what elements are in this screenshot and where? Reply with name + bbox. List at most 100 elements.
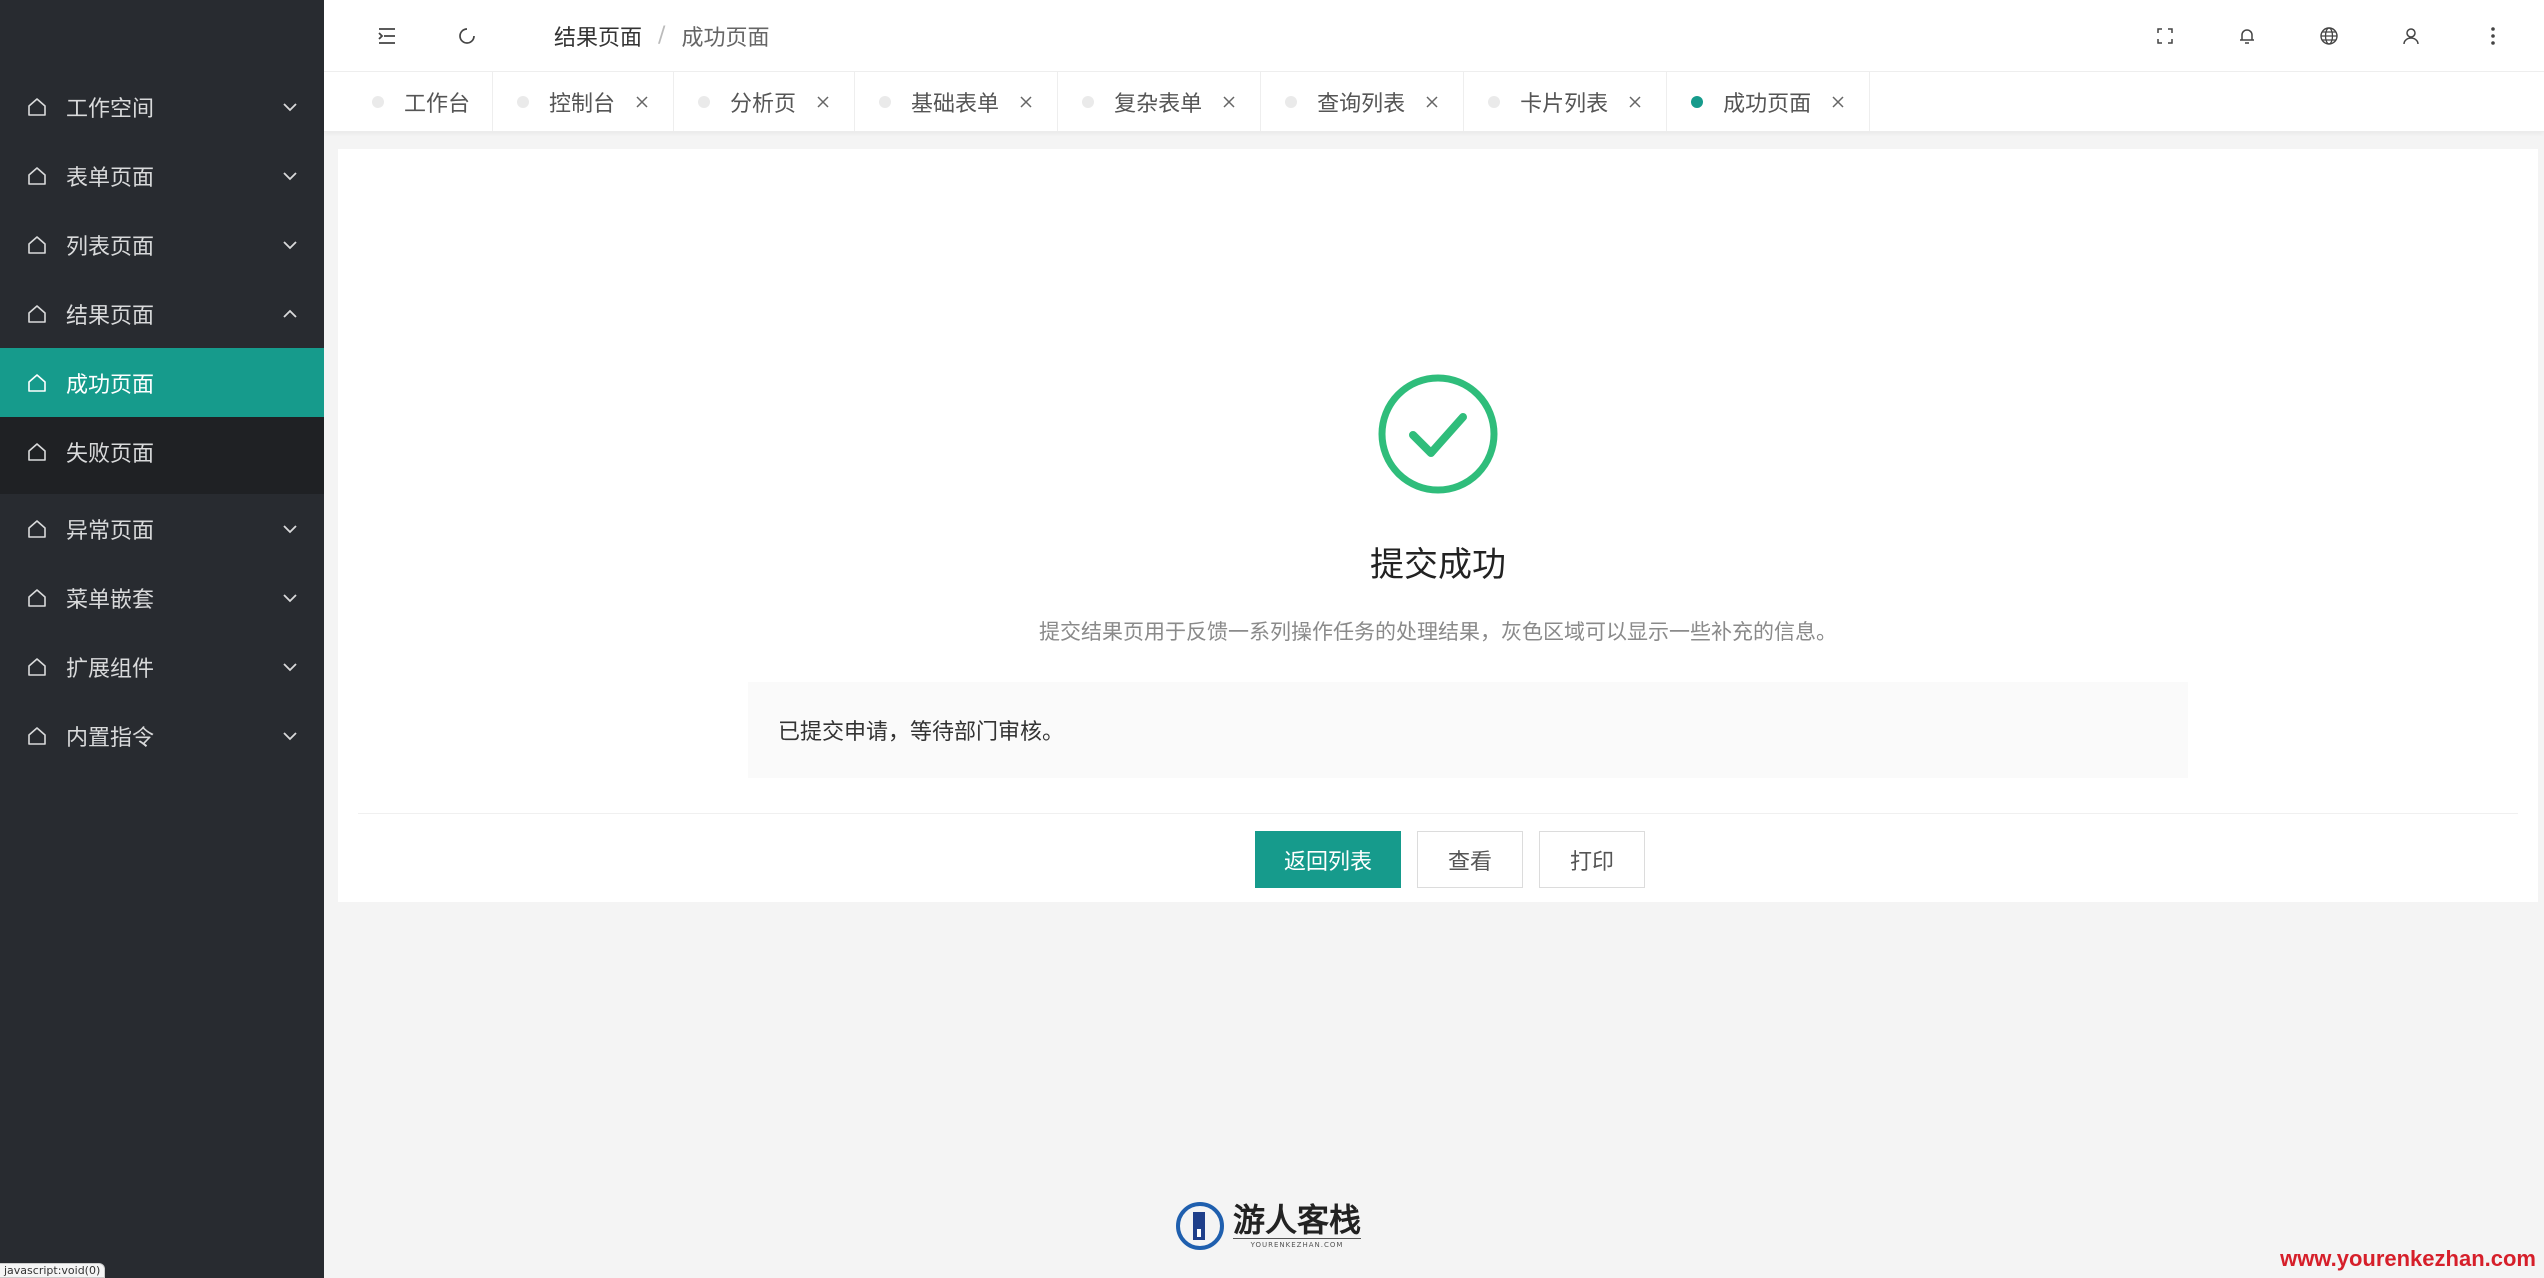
sidebar-item-label: 结果页面 — [66, 303, 155, 329]
tab-label: 分析页 — [730, 91, 797, 117]
tab-dot — [1082, 95, 1095, 108]
chevron-down-icon — [283, 240, 297, 249]
home-icon — [26, 587, 48, 609]
header-actions — [2150, 0, 2508, 72]
sidebar-item-label: 菜单嵌套 — [66, 587, 155, 613]
tab-label: 工作台 — [404, 91, 471, 117]
top-header: 结果页面 / 成功页面 — [324, 0, 2544, 72]
home-icon — [26, 518, 48, 540]
sidebar-item-label: 失败页面 — [66, 441, 155, 467]
sidebar-item-nested-menu[interactable]: 菜单嵌套 — [0, 563, 324, 632]
tab-card-list[interactable]: 卡片列表 — [1464, 72, 1668, 131]
tab-query-list[interactable]: 查询列表 — [1261, 72, 1465, 131]
chevron-down-icon — [283, 171, 297, 180]
chevron-down-icon — [283, 524, 297, 533]
result-card: 提交成功 提交结果页用于反馈一系列操作任务的处理结果，灰色区域可以显示一些补充的… — [338, 149, 2538, 902]
page-tabs: 工作台 控制台 分析页 基础表单 复杂表单 查询列表 卡片列表 成功页面 — [324, 72, 2544, 132]
sidebar-item-forms[interactable]: 表单页面 — [0, 141, 324, 210]
submenu-results: 成功页面 失败页面 — [0, 348, 324, 494]
tab-workbench[interactable]: 工作台 — [344, 72, 494, 131]
bell-icon[interactable] — [2232, 21, 2262, 51]
tab-label: 复杂表单 — [1114, 91, 1203, 117]
close-icon[interactable] — [814, 93, 832, 111]
result-actions: 返回列表 查看 打印 — [338, 831, 2538, 888]
sidebar-item-label: 工作空间 — [66, 96, 155, 122]
chevron-up-icon — [283, 309, 297, 318]
user-icon[interactable] — [2396, 21, 2426, 51]
tab-complex-form[interactable]: 复杂表单 — [1058, 72, 1262, 131]
home-icon — [26, 165, 48, 187]
logo-text: 游人客栈 — [1233, 1200, 1362, 1239]
globe-icon[interactable] — [2314, 21, 2344, 51]
back-to-list-button[interactable]: 返回列表 — [1254, 831, 1401, 888]
sidebar-item-workspace[interactable]: 工作空间 — [0, 72, 324, 141]
result-extra-text: 已提交申请，等待部门审核。 — [778, 720, 1065, 745]
chevron-down-icon — [283, 731, 297, 740]
tab-dot — [879, 95, 892, 108]
logo-emblem-icon — [1176, 1202, 1224, 1250]
breadcrumb-item[interactable]: 结果页面 — [554, 20, 642, 52]
home-icon — [26, 96, 48, 118]
result-title: 提交成功 — [1370, 545, 1506, 585]
tab-label: 查询列表 — [1317, 91, 1406, 117]
tab-label: 基础表单 — [911, 91, 1000, 117]
sidebar-item-directives[interactable]: 内置指令 — [0, 701, 324, 770]
sidebar-item-label: 内置指令 — [66, 725, 155, 751]
close-icon[interactable] — [1829, 93, 1847, 111]
tab-console[interactable]: 控制台 — [493, 72, 675, 131]
close-icon[interactable] — [633, 93, 651, 111]
chevron-down-icon — [283, 662, 297, 671]
divider — [358, 813, 2518, 814]
tab-analysis[interactable]: 分析页 — [674, 72, 856, 131]
tab-label: 卡片列表 — [1520, 91, 1609, 117]
print-button[interactable]: 打印 — [1539, 831, 1646, 888]
result-extra-info: 已提交申请，等待部门审核。 — [748, 682, 2188, 778]
home-icon — [26, 725, 48, 747]
chevron-down-icon — [283, 102, 297, 111]
check-circle-icon — [1378, 374, 1498, 494]
sidebar: 工作空间 表单页面 列表页面 结果页面 成功页面 失败页面 异常页面 菜单嵌套 — [0, 0, 324, 1278]
sidebar-item-label: 列表页面 — [66, 234, 155, 260]
close-icon[interactable] — [1017, 93, 1035, 111]
close-icon[interactable] — [1220, 93, 1238, 111]
sidebar-item-lists[interactable]: 列表页面 — [0, 210, 324, 279]
home-icon — [26, 234, 48, 256]
refresh-icon[interactable] — [452, 21, 482, 51]
sidebar-item-label: 表单页面 — [66, 165, 155, 191]
home-icon — [26, 372, 48, 394]
view-button[interactable]: 查看 — [1416, 831, 1523, 888]
close-icon[interactable] — [1626, 93, 1644, 111]
home-icon — [26, 303, 48, 325]
chevron-down-icon — [283, 593, 297, 602]
sidebar-item-results[interactable]: 结果页面 — [0, 279, 324, 348]
more-icon[interactable] — [2478, 21, 2508, 51]
sidebar-item-label: 异常页面 — [66, 518, 155, 544]
tab-dot — [517, 95, 530, 108]
tab-basic-form[interactable]: 基础表单 — [855, 72, 1059, 131]
breadcrumb: 结果页面 / 成功页面 — [554, 20, 769, 52]
fullscreen-icon[interactable] — [2150, 21, 2180, 51]
watermark-logo: 游人客栈 YOURENKEZHAN.COM — [1175, 1200, 1362, 1251]
sidebar-item-label: 扩展组件 — [66, 656, 155, 682]
home-icon — [26, 441, 48, 463]
watermark-url: www.yourenkezhan.com — [2280, 1246, 2536, 1271]
tab-dot — [1285, 95, 1298, 108]
logo-subtext: YOURENKEZHAN.COM — [1233, 1237, 1362, 1249]
close-icon[interactable] — [1423, 93, 1441, 111]
result-description: 提交结果页用于反馈一系列操作任务的处理结果，灰色区域可以显示一些补充的信息。 — [1039, 620, 1837, 644]
sidebar-item-fail[interactable]: 失败页面 — [0, 417, 324, 486]
sidebar-logo-area — [0, 0, 324, 72]
tab-label: 成功页面 — [1723, 91, 1812, 117]
browser-status-bar: javascript:void(0) — [0, 1263, 106, 1278]
breadcrumb-item-current: 成功页面 — [681, 25, 770, 51]
sidebar-item-extensions[interactable]: 扩展组件 — [0, 632, 324, 701]
collapse-menu-icon[interactable] — [372, 21, 402, 51]
tab-dot — [372, 95, 384, 108]
sidebar-item-exceptions[interactable]: 异常页面 — [0, 494, 324, 563]
tab-dot — [1488, 95, 1501, 108]
sidebar-item-success[interactable]: 成功页面 — [0, 348, 324, 417]
tab-dot-active — [1691, 95, 1704, 108]
breadcrumb-separator: / — [658, 23, 666, 48]
tab-dot — [698, 95, 711, 108]
tab-success-page[interactable]: 成功页面 — [1667, 72, 1871, 131]
